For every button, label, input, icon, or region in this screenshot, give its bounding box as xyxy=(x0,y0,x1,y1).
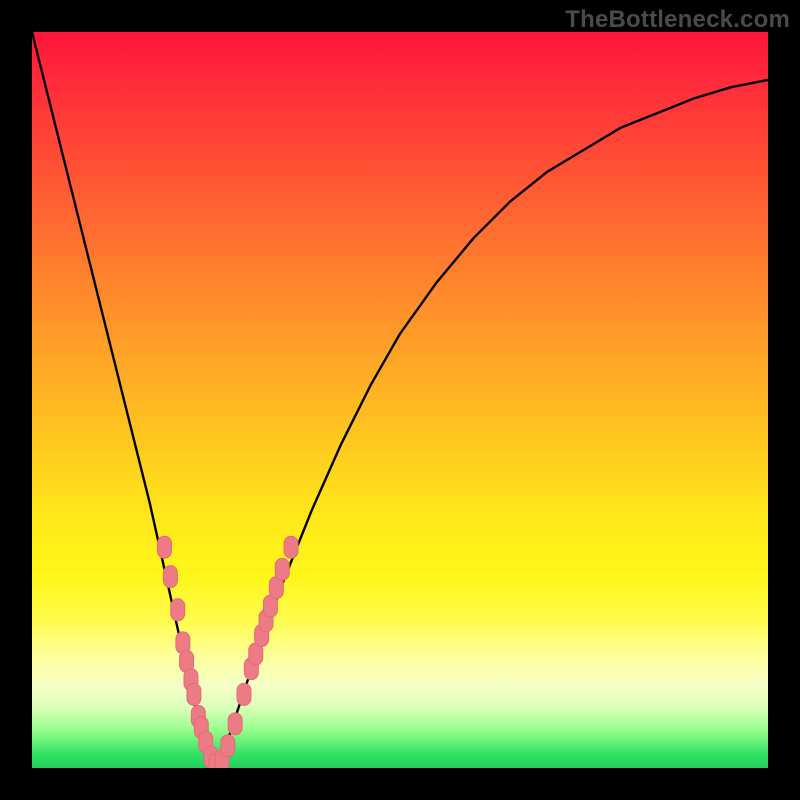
curve-marker xyxy=(228,713,242,735)
chart-frame: TheBottleneck.com xyxy=(0,0,800,800)
bottleneck-curve xyxy=(32,32,768,768)
chart-svg xyxy=(32,32,768,768)
curve-marker xyxy=(221,735,235,757)
plot-area xyxy=(32,32,768,768)
curve-marker xyxy=(237,683,251,705)
curve-marker xyxy=(187,683,201,705)
curve-marker xyxy=(275,558,289,580)
watermark-text: TheBottleneck.com xyxy=(565,6,790,34)
curve-marker xyxy=(284,536,298,558)
curve-marker xyxy=(171,599,185,621)
curve-marker xyxy=(163,566,177,588)
curve-markers xyxy=(157,536,298,768)
curve-marker xyxy=(157,536,171,558)
